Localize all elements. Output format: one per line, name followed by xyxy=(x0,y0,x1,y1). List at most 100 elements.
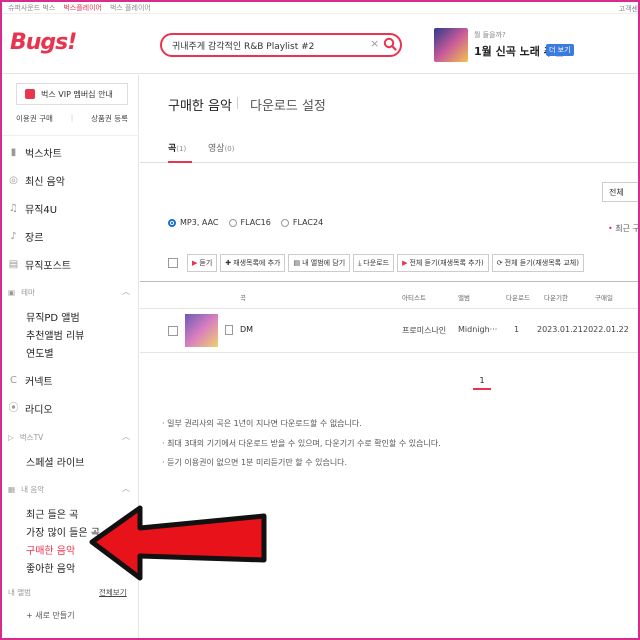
sidebar-item-radio[interactable]: ⦿ 라디오 xyxy=(8,401,53,416)
sidebar-item-album-review[interactable]: 추천앨범 리뷰 xyxy=(26,327,84,342)
promo-thumbnail[interactable] xyxy=(434,28,468,62)
format-radio-flac24[interactable]: FLAC24 xyxy=(280,218,324,227)
row-checkbox[interactable] xyxy=(168,326,178,336)
title-separator xyxy=(237,97,238,109)
format-radio-group: MP3, AAC FLAC16 FLAC24 xyxy=(168,218,323,227)
radio-label: MP3, AAC xyxy=(180,218,219,227)
sidebar-item-new-music[interactable]: ◎ 최신 음악 xyxy=(8,173,65,188)
button-label: 다운로드 xyxy=(363,259,390,267)
download-button[interactable]: ⤓ 다운로드 xyxy=(353,254,395,272)
sidebar-item-label: 커넥트 xyxy=(25,377,53,388)
download-deadline: 2023.01.21 xyxy=(537,325,583,334)
sidebar-item-chart[interactable]: ▮ 벅스차트 xyxy=(8,145,62,160)
song-title[interactable]: DM xyxy=(240,325,253,334)
sidebar-item-label: 벅스차트 xyxy=(25,149,62,160)
download-count: 1 xyxy=(514,325,520,334)
sidebar-item-label: 최신 음악 xyxy=(25,177,65,188)
artist-name[interactable]: 프로미스나인 xyxy=(402,325,446,336)
new-playlist-button[interactable]: + 새로 만들기 xyxy=(26,610,75,621)
tv-icon: ▷ xyxy=(8,433,14,442)
search-icon[interactable] xyxy=(383,37,397,51)
column-header-purchased: 구매일 xyxy=(595,294,613,302)
notice-item: · 일부 권리사의 곡은 1년이 지나면 다운로드할 수 없습니다. xyxy=(162,419,362,428)
clear-search-icon[interactable]: × xyxy=(370,37,379,50)
section-bugs-tv[interactable]: ▷ 벅스TV ︿ xyxy=(8,432,130,443)
sidebar-item-special-live[interactable]: 스페셜 라이브 xyxy=(26,454,84,469)
album-art[interactable] xyxy=(185,314,218,347)
button-label: 전체 듣기(재생목록 추가) xyxy=(409,259,484,267)
topbar-link-player[interactable]: 벅스플레이어 xyxy=(63,3,102,13)
sidebar-item-label: 뮤직포스트 xyxy=(25,261,71,272)
bugs-logo[interactable]: Bugs! xyxy=(10,30,77,55)
sidebar-item-liked[interactable]: 좋아한 음악 xyxy=(26,560,75,575)
sidebar-divider xyxy=(2,135,139,136)
format-radio-mp3[interactable]: MP3, AAC xyxy=(168,218,219,227)
button-label: 재생목록에 추가 xyxy=(233,259,281,267)
sidebar-item-music-post[interactable]: ▤ 뮤직포스트 xyxy=(8,257,71,272)
listen-button[interactable]: ▶ 듣기 xyxy=(187,254,218,272)
section-theme[interactable]: ▣ 테마 ︿ xyxy=(8,287,130,298)
register-voucher-link[interactable]: 상품권 등록 xyxy=(91,113,128,124)
column-header-artist: 아티스트 xyxy=(402,294,426,302)
buy-pass-link[interactable]: 이용권 구매 xyxy=(16,113,53,124)
filter-select[interactable]: 전체 xyxy=(602,182,638,202)
section-label: 테마 xyxy=(21,288,35,297)
section-label: 내 음악 xyxy=(21,485,45,494)
view-all-link[interactable]: 전체보기 xyxy=(99,587,127,598)
add-to-album-button[interactable]: ▤ 내 앨범에 담기 xyxy=(288,254,351,272)
red-arrow-annotation xyxy=(89,505,267,581)
sidebar-item-genre[interactable]: ♪ 장르 xyxy=(8,229,43,244)
radio-icon[interactable] xyxy=(280,218,289,227)
sidebar-item-music4u[interactable]: ♫ 뮤직4U xyxy=(8,201,57,216)
search-bar[interactable]: × xyxy=(160,33,402,57)
section-label: 벅스TV xyxy=(19,433,44,442)
radio-label: FLAC24 xyxy=(292,218,324,227)
sidebar-item-by-year[interactable]: 연도별 xyxy=(26,345,54,360)
download-settings-link[interactable]: 다운로드 설정 xyxy=(250,95,326,114)
recent-purchase-sort[interactable]: • 최근 구매 xyxy=(608,223,640,234)
recent-note-label: 최근 구매 xyxy=(615,224,640,233)
promo-more-badge[interactable]: 더 보기 xyxy=(546,44,574,56)
chevron-up-icon[interactable]: ︿ xyxy=(122,431,130,442)
search-input[interactable] xyxy=(172,38,372,52)
top-utility-bar: 슈퍼사운드 벅스 벅스플레이어 벅스 플레이어 고객센 xyxy=(2,2,638,14)
tab-songs[interactable]: 곡(1) xyxy=(168,141,186,154)
column-header-album: 앨범 xyxy=(458,294,470,302)
table-row[interactable]: DM 프로미스나인 Midnigh··· 1 2023.01.21 2022.0… xyxy=(140,309,638,353)
section-my-music[interactable]: ▦ 내 음악 ︿ xyxy=(8,484,130,495)
topbar-link-customer-center[interactable]: 고객센 xyxy=(619,4,638,14)
chevron-up-icon[interactable]: ︿ xyxy=(122,483,130,494)
button-label: 전체 듣기(재생목록 교체) xyxy=(504,259,579,267)
album-name[interactable]: Midnigh··· xyxy=(458,325,497,334)
sidebar-item-purchased[interactable]: 구매한 음악 xyxy=(26,542,75,557)
listen-all-replace-button[interactable]: ⟳ 전체 듣기(재생목록 교체) xyxy=(491,254,584,272)
format-radio-flac16[interactable]: FLAC16 xyxy=(228,218,271,227)
sidebar-item-label: 라디오 xyxy=(25,405,53,416)
column-header-downloads: 다운로드 xyxy=(506,294,530,302)
button-label: 내 앨범에 담기 xyxy=(302,259,346,267)
pagination-page-1[interactable]: 1 xyxy=(473,374,491,390)
sidebar-item-musicpd[interactable]: 뮤직PD 앨범 xyxy=(26,309,80,324)
connect-icon: C xyxy=(10,375,17,386)
screenshot-frame: 슈퍼사운드 벅스 벅스플레이어 벅스 플레이어 고객센 Bugs! × 뭘 들을… xyxy=(0,0,640,640)
radio-selected-icon[interactable] xyxy=(168,218,176,227)
tab-count: (1) xyxy=(176,145,187,153)
lyrics-icon[interactable] xyxy=(225,325,233,335)
sidebar-item-connect[interactable]: C 커넥트 xyxy=(8,373,53,388)
topbar-link-bugs-player[interactable]: 벅스 플레이어 xyxy=(110,3,151,13)
radio-icon[interactable] xyxy=(228,218,237,227)
chevron-up-icon[interactable]: ︿ xyxy=(122,286,130,297)
play-icon: ▶ xyxy=(402,259,408,267)
add-to-playlist-button[interactable]: ✚ 재생목록에 추가 xyxy=(220,254,286,272)
chart-icon: ▮ xyxy=(10,147,17,158)
tab-videos[interactable]: 영상(0) xyxy=(208,141,234,154)
section-label: 내 앨범 xyxy=(8,588,32,597)
select-all-checkbox[interactable] xyxy=(168,258,178,268)
sidebar-item-recent[interactable]: 최근 들은 곡 xyxy=(26,506,78,521)
listen-all-add-button[interactable]: ▶ 전체 듣기(재생목록 추가) xyxy=(397,254,489,272)
vip-membership-button[interactable]: 벅스 VIP 멤버십 안내 xyxy=(16,83,128,105)
page-title: 구매한 음악 xyxy=(168,99,232,114)
notice-item: · 최대 3대의 기기에서 다운로드 받을 수 있으며, 다운기기 수로 확인할… xyxy=(162,438,441,448)
topbar-link-supersound[interactable]: 슈퍼사운드 벅스 xyxy=(8,3,55,13)
header: Bugs! × 뭘 들을까? 1월 신곡 노래 추천! 더 보기 xyxy=(2,14,638,74)
